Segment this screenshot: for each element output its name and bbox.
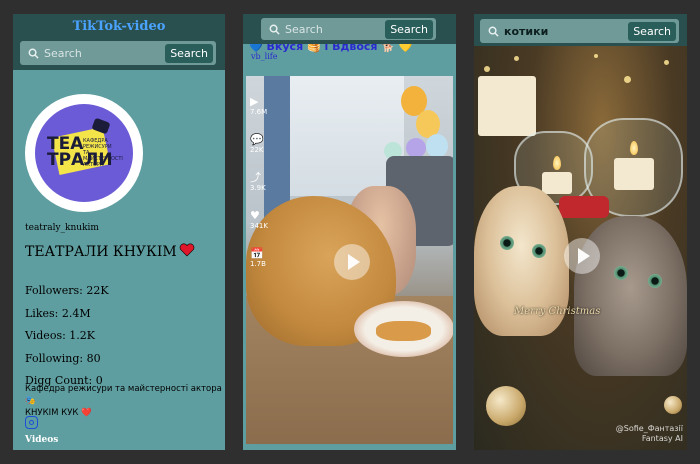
watermark: @Sofie_Фантазії Fantasy AI bbox=[616, 424, 683, 444]
search-icon bbox=[24, 44, 42, 62]
videos-link[interactable]: Videos bbox=[25, 435, 58, 445]
profile-search-bar: Search bbox=[20, 41, 216, 65]
search-button[interactable]: Search bbox=[385, 19, 433, 39]
search-button[interactable]: Search bbox=[628, 21, 676, 41]
likes-stat[interactable]: ♥ 341K bbox=[250, 209, 268, 231]
video-side-stats: ▶ 7.6M 💬 22K ⤴ 3.9K ♥ 341K 📅 1.7B bbox=[250, 96, 268, 286]
date-stat[interactable]: 📅 1.7B bbox=[250, 247, 268, 269]
search-button[interactable]: Search bbox=[165, 43, 213, 63]
watermark-line1: @Sofie_Фантазії bbox=[615, 424, 683, 433]
videos-count: Videos: 1.2K bbox=[25, 329, 96, 342]
shares-stat[interactable]: ⤴ 3.9K bbox=[250, 171, 268, 193]
video-player[interactable]: ▶ 7.6M 💬 22K ⤴ 3.9K ♥ 341K 📅 1.7B bbox=[246, 76, 453, 444]
results-search-bar: Search bbox=[480, 19, 679, 43]
video-header: Search bbox=[243, 14, 456, 44]
share-icon: ⤴ bbox=[250, 171, 261, 184]
search-input[interactable] bbox=[283, 21, 386, 37]
search-results-panel: Search Merry Christmas @Sofie_Фантазії bbox=[474, 14, 687, 450]
followers-count: Followers: 22K bbox=[25, 284, 109, 297]
following-count: Following: 80 bbox=[25, 352, 101, 365]
video-caption: Merry Christmas bbox=[514, 306, 601, 317]
avatar: TEA ТРАЛИ КАФЕДРА РЕЖИСУРИ ТА МАЙСТЕРНОСТ… bbox=[25, 94, 143, 212]
likes-count: Likes: 2.4M bbox=[25, 307, 91, 320]
comments-stat[interactable]: 💬 22K bbox=[250, 133, 268, 155]
watermark-line2: Fantasy AI bbox=[641, 434, 683, 443]
app-title: TikTok-video bbox=[72, 19, 166, 34]
play-button-icon[interactable] bbox=[334, 244, 370, 280]
profile-handle: teatraly_knukim bbox=[25, 223, 99, 233]
avatar-logo: TEA ТРАЛИ КАФЕДРА РЕЖИСУРИ ТА МАЙСТЕРНОСТ… bbox=[35, 104, 133, 202]
calendar-icon: 📅 bbox=[250, 247, 264, 260]
play-icon: ▶ bbox=[250, 95, 259, 108]
search-icon bbox=[484, 22, 502, 40]
search-input[interactable] bbox=[502, 23, 629, 39]
red-heart-icon bbox=[179, 243, 195, 261]
video-panel: ▶ 7.6M 💬 22K ⤴ 3.9K ♥ 341K 📅 1.7B 💙 Вкуся 🥞 і… bbox=[243, 14, 456, 450]
search-header: Search bbox=[474, 14, 687, 46]
profile-header: TikTok-video Search bbox=[13, 14, 225, 70]
result-video-thumbnail[interactable]: Merry Christmas @Sofie_Фантазії Fantasy … bbox=[474, 46, 687, 450]
bio-line2: КНУКІМ КУК ❤️ bbox=[25, 408, 92, 418]
heart-icon: ♥ bbox=[250, 209, 260, 222]
bio-line1: Кафедра режисури та майстерності актора … bbox=[25, 384, 222, 406]
views-stat[interactable]: ▶ 7.6M bbox=[250, 95, 268, 117]
video-search-bar: Search bbox=[261, 18, 436, 40]
instagram-icon[interactable] bbox=[25, 416, 38, 429]
search-icon bbox=[265, 20, 283, 38]
comment-icon: 💬 bbox=[250, 133, 264, 146]
play-button-icon[interactable] bbox=[564, 238, 600, 274]
search-input[interactable] bbox=[42, 45, 166, 61]
profile-bio: Кафедра режисури та майстерності актора … bbox=[25, 383, 223, 419]
display-name: ТЕАТРАЛИ КНУКІМ bbox=[25, 244, 177, 260]
profile-panel: TikTok-video Search TEAТРАЛИ КАФЕДРА РЕЖ… bbox=[13, 14, 225, 450]
video-author[interactable]: vb_life bbox=[251, 52, 277, 61]
logo-subtitle: КАФЕДРА РЕЖИСУРИ ТА МАЙСТЕРНОСТІ АКТОРА bbox=[83, 138, 123, 168]
display-name-row: ТЕАТРАЛИ КНУКІМ bbox=[25, 243, 195, 261]
